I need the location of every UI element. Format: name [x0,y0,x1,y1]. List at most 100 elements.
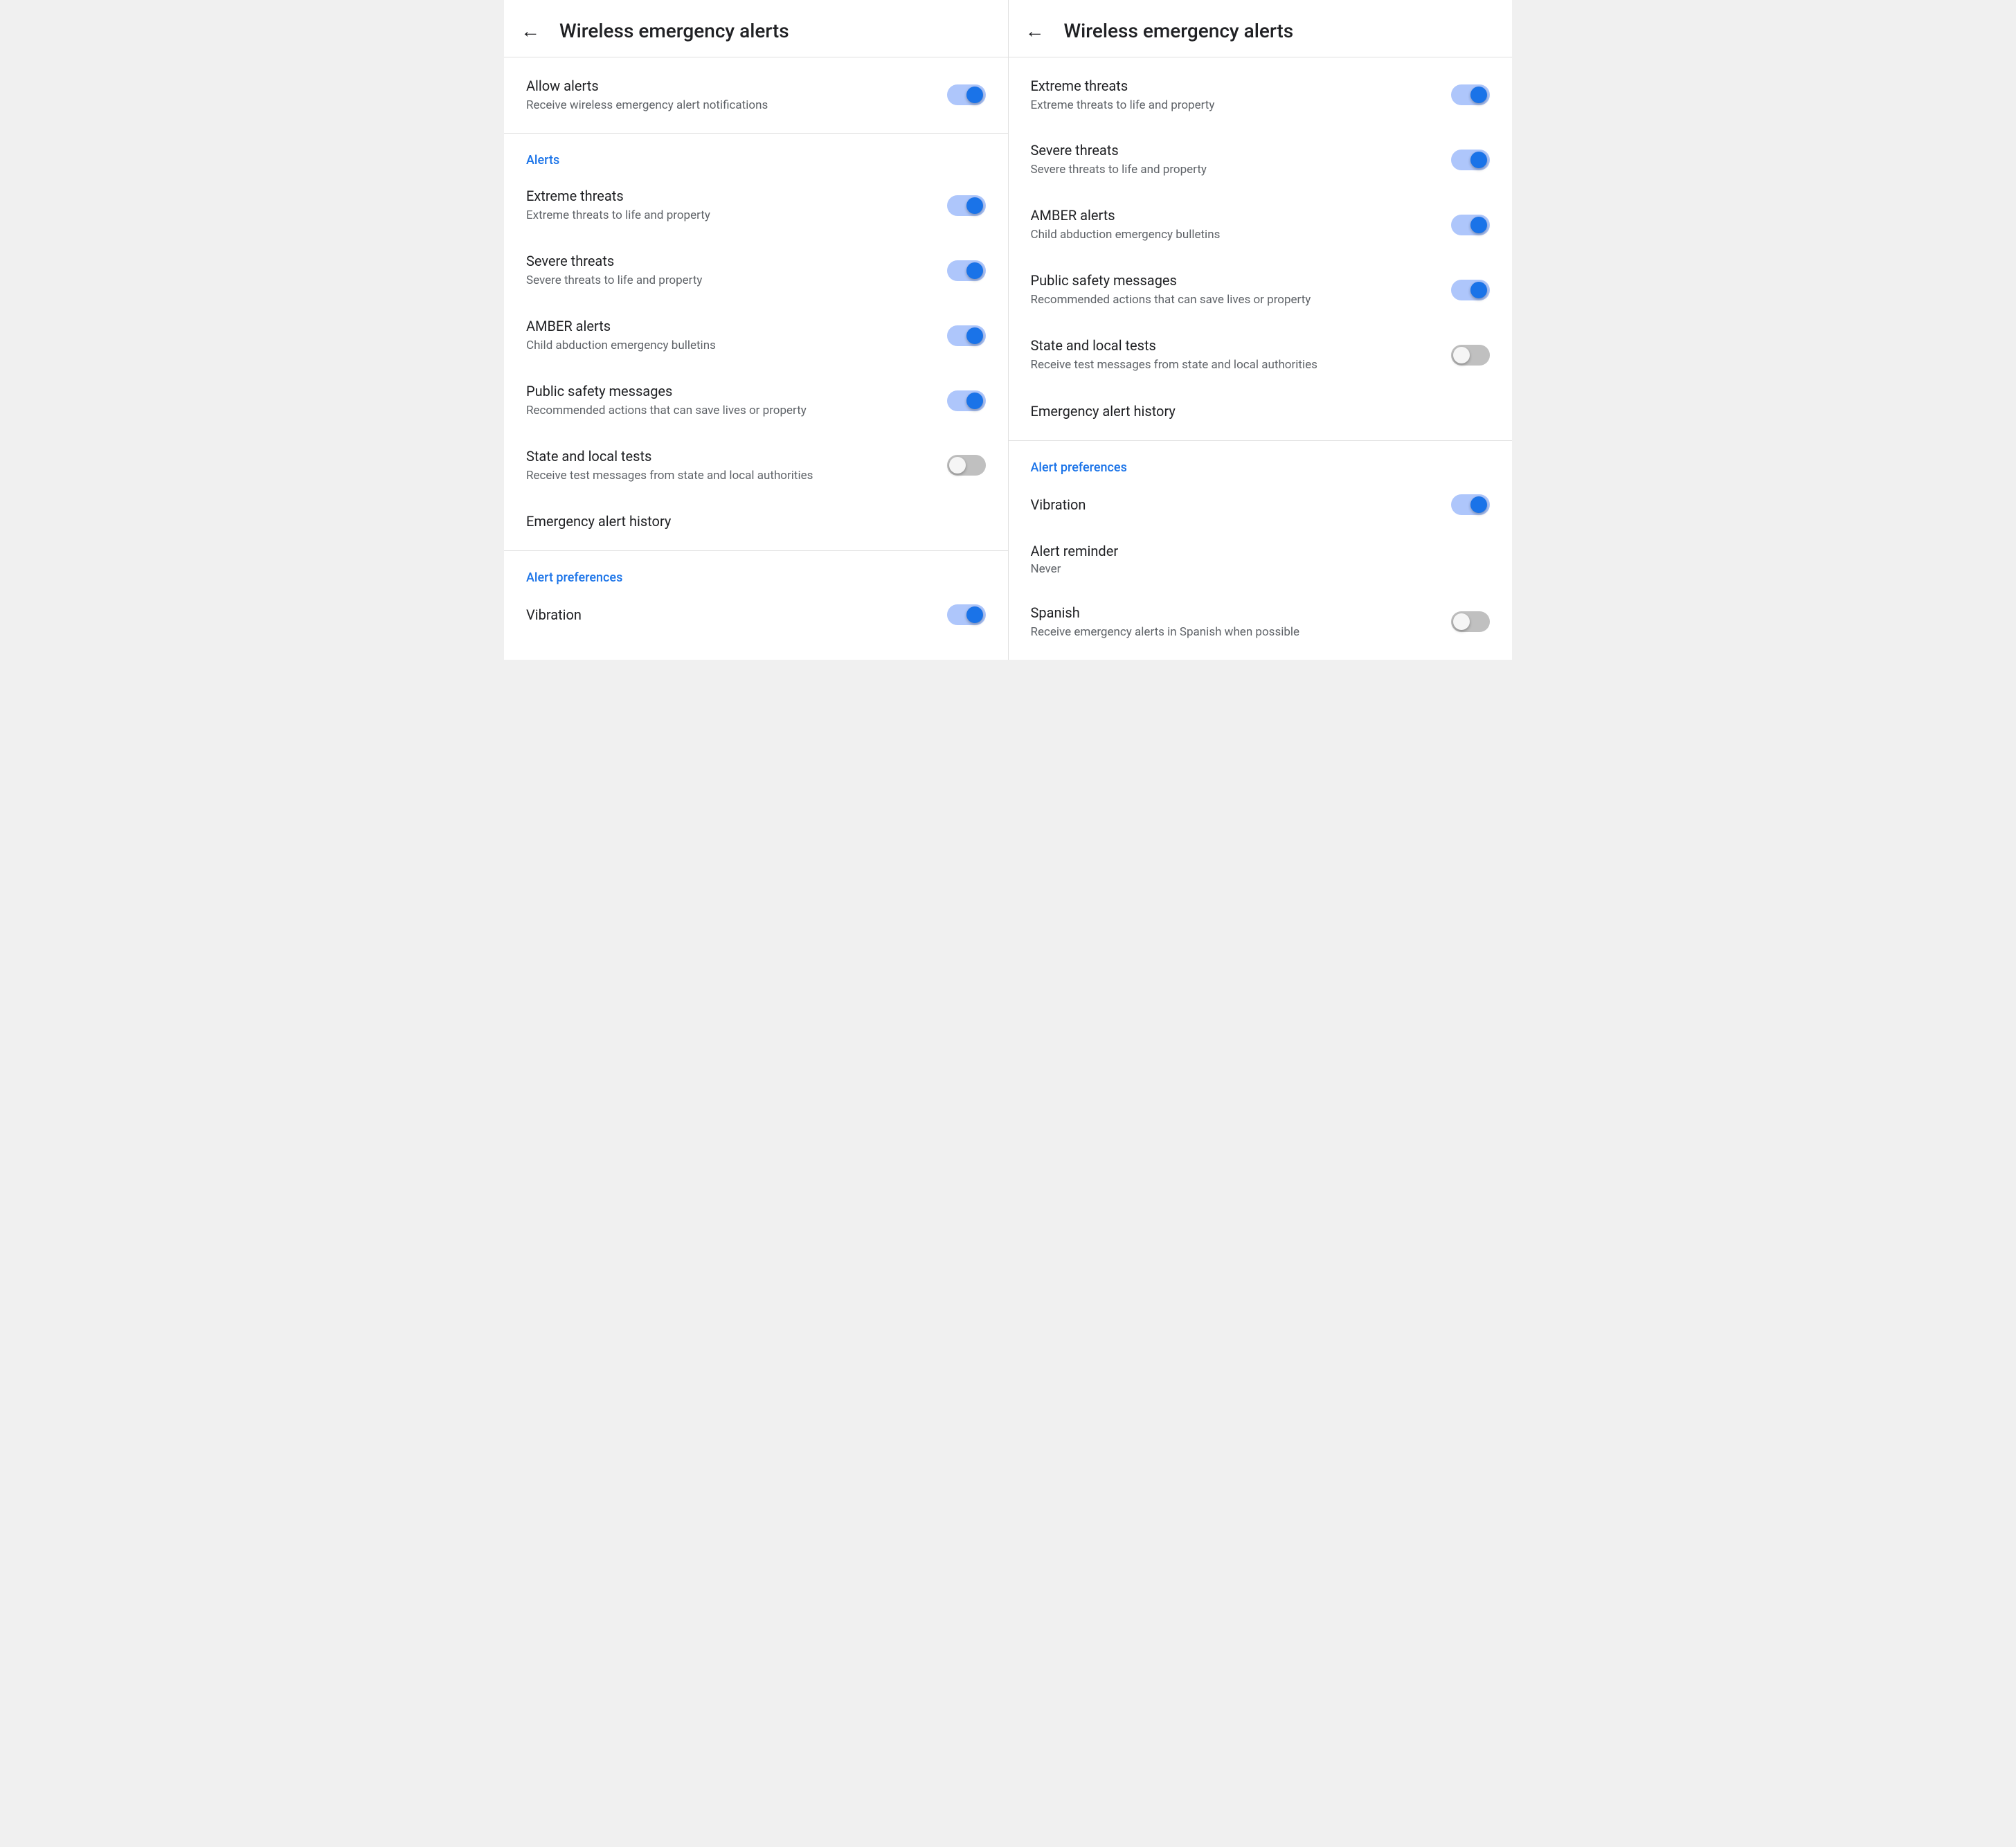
page-title: Wireless emergency alerts [1064,19,1294,43]
header: ← Wireless emergency alerts [504,0,1008,57]
setting-text: Extreme threatsExtreme threats to life a… [526,187,930,224]
setting-title: Extreme threats [526,187,930,205]
setting-row-severe-threats-r[interactable]: Severe threatsSevere threats to life and… [1009,127,1513,192]
setting-row-spanish[interactable]: Spanish Receive emergency alerts in Spani… [1009,590,1513,655]
section-preferences-section: Alert preferences Vibration [504,551,1008,645]
setting-text: Spanish Receive emergency alerts in Spani… [1031,604,1435,641]
setting-subtitle: Receive test messages from state and loc… [526,468,930,485]
setting-title: Public safety messages [526,382,930,400]
simple-row-title: Emergency alert history [1031,403,1176,420]
setting-subtitle: Extreme threats to life and property [1031,98,1435,114]
setting-text: Severe threatsSevere threats to life and… [1031,141,1435,179]
toggle-slider [947,390,986,411]
setting-text: AMBER alerts Child abduction emergency bu… [526,317,930,354]
section-label: Alert preferences [504,557,1008,591]
toggle-extreme-threats-r[interactable] [1451,84,1490,105]
back-button[interactable]: ← [1025,21,1045,41]
page-title: Wireless emergency alerts [559,19,789,43]
setting-row-vibration-r[interactable]: Vibration [1009,480,1513,529]
toggle-slider [1451,84,1490,105]
setting-row-extreme-threats-r[interactable]: Extreme threats Extreme threats to life a… [1009,63,1513,128]
setting-subtitle: Receive wireless emergency alert notific… [526,98,930,114]
toggle-slider [947,260,986,281]
toggle-slider [1451,345,1490,366]
setting-subtitle: Receive test messages from state and loc… [1031,357,1435,374]
setting-text: Vibration [1031,496,1435,514]
setting-title: Extreme threats [1031,77,1435,95]
toggle-slider [1451,494,1490,515]
screen-right: ← Wireless emergency alerts Extreme threat… [1009,0,1513,660]
setting-row-allow-alerts[interactable]: Allow alerts Receive wireless emergency a… [504,63,1008,128]
toggle-slider [947,455,986,476]
toggle-severe-threats[interactable] [947,260,986,281]
setting-text: AMBER alerts Child abduction emergency bu… [1031,206,1435,244]
setting-row-public-safety-r[interactable]: Public safety messagesRecommended action… [1009,258,1513,323]
setting-title: AMBER alerts [526,317,930,335]
setting-text: Public safety messagesRecommended action… [1031,271,1435,309]
toggle-severe-threats-r[interactable] [1451,150,1490,170]
setting-row-severe-threats[interactable]: Severe threats Severe threats to life and… [504,238,1008,303]
setting-text: State and local tests Receive test messag… [1031,336,1435,374]
setting-subtitle: Recommended actions that can save lives … [1031,292,1435,309]
setting-row-amber-alerts[interactable]: AMBER alerts Child abduction emergency bu… [504,303,1008,368]
setting-title: Severe threats [526,252,930,270]
setting-row-state-local-tests-r[interactable]: State and local tests Receive test messag… [1009,323,1513,388]
screen-left: ← Wireless emergency alerts Allow alerts Re… [504,0,1009,660]
toggle-slider [1451,215,1490,235]
setting-subtitle: Child abduction emergency bulletins [1031,227,1435,244]
toggle-slider [1451,611,1490,632]
setting-title: State and local tests [526,447,930,465]
toggle-extreme-threats[interactable] [947,195,986,216]
section-preferences-section-r: Alert preferences Vibration Alert reminder… [1009,441,1513,660]
setting-title: Vibration [1031,496,1435,514]
toggle-state-local-tests[interactable] [947,455,986,476]
setting-text: Extreme threats Extreme threats to life a… [1031,77,1435,114]
setting-text: State and local tests Receive test messag… [526,447,930,485]
setting-text: Allow alerts Receive wireless emergency a… [526,77,930,114]
value-row-value: Never [1031,562,1491,576]
setting-text: Vibration [526,606,930,624]
toggle-state-local-tests-r[interactable] [1451,345,1490,366]
toggle-spanish[interactable] [1451,611,1490,632]
setting-row-public-safety[interactable]: Public safety messages Recommended action… [504,368,1008,433]
screens-container: ← Wireless emergency alerts Allow alerts Re… [504,0,1512,660]
setting-row-extreme-threats[interactable]: Extreme threatsExtreme threats to life a… [504,173,1008,238]
setting-subtitle: Child abduction emergency bulletins [526,338,930,354]
section-label: Alert preferences [1009,447,1513,480]
setting-title: AMBER alerts [1031,206,1435,224]
setting-title: Spanish [1031,604,1435,622]
toggle-slider [947,84,986,105]
simple-row-emergency-history-r[interactable]: Emergency alert history [1009,388,1513,435]
setting-subtitle: Severe threats to life and property [1031,162,1435,179]
setting-row-amber-alerts-r[interactable]: AMBER alerts Child abduction emergency bu… [1009,192,1513,258]
back-button[interactable]: ← [521,21,540,41]
toggle-amber-alerts-r[interactable] [1451,215,1490,235]
setting-title: Vibration [526,606,930,624]
setting-subtitle: Severe threats to life and property [526,273,930,289]
value-row-alert-reminder[interactable]: Alert reminder Never [1009,529,1513,590]
setting-row-state-local-tests[interactable]: State and local tests Receive test messag… [504,433,1008,498]
setting-title: Allow alerts [526,77,930,95]
toggle-slider [947,195,986,216]
section-alerts-section-r: Extreme threats Extreme threats to life a… [1009,57,1513,441]
toggle-allow-alerts[interactable] [947,84,986,105]
setting-row-vibration[interactable]: Vibration [504,591,1008,639]
simple-row-emergency-history[interactable]: Emergency alert history [504,498,1008,545]
value-row-title: Alert reminder [1031,543,1491,559]
header: ← Wireless emergency alerts [1009,0,1513,57]
toggle-amber-alerts[interactable] [947,325,986,346]
toggle-slider [1451,280,1490,300]
section-alerts-section: AlertsExtreme threatsExtreme threats to … [504,134,1008,551]
toggle-public-safety-r[interactable] [1451,280,1490,300]
toggle-slider [947,604,986,625]
setting-subtitle: Receive emergency alerts in Spanish when… [1031,624,1435,641]
toggle-vibration[interactable] [947,604,986,625]
section-allow-section: Allow alerts Receive wireless emergency a… [504,57,1008,134]
setting-title: State and local tests [1031,336,1435,354]
toggle-public-safety[interactable] [947,390,986,411]
setting-text: Severe threats Severe threats to life and… [526,252,930,289]
toggle-slider [1451,150,1490,170]
setting-subtitle: Recommended actions that can save lives … [526,403,930,420]
simple-row-title: Emergency alert history [526,513,671,530]
toggle-vibration-r[interactable] [1451,494,1490,515]
